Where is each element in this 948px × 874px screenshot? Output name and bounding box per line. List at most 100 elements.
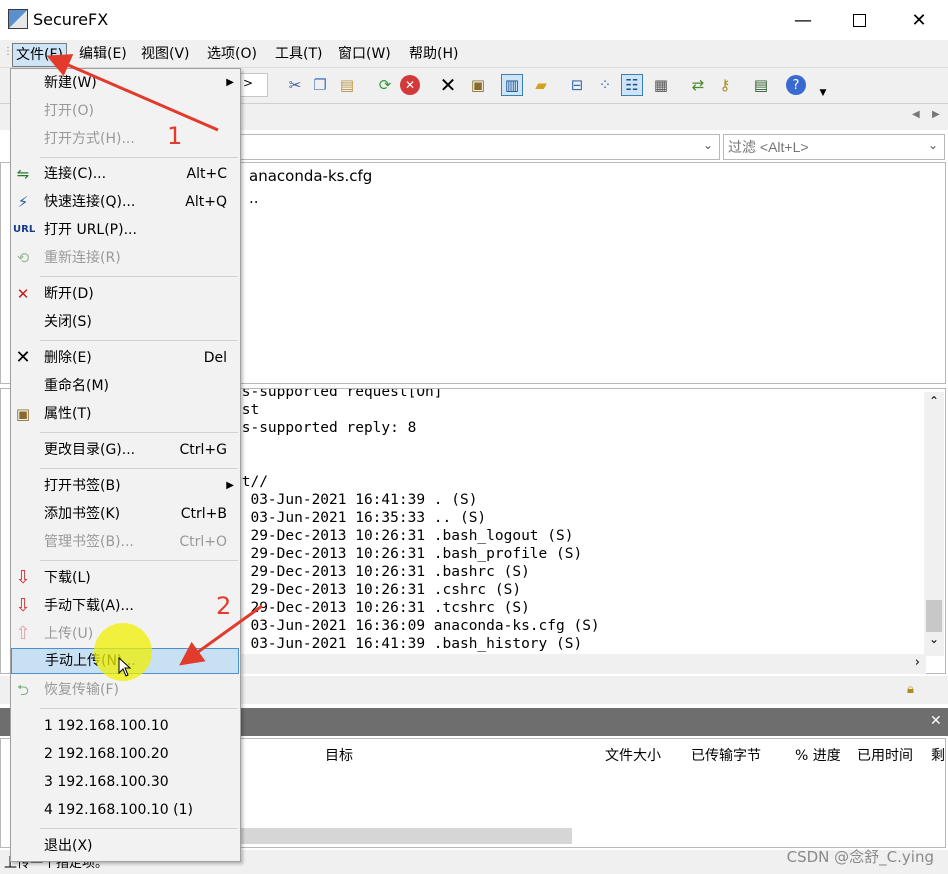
- file-item[interactable]: ..: [249, 189, 259, 207]
- file-item[interactable]: anaconda-ks.cfg: [249, 167, 372, 185]
- menu-item-rename[interactable]: 重命名(M): [11, 372, 240, 400]
- stop-icon[interactable]: ✕: [400, 75, 420, 95]
- menu-item-label: 添加书签(K): [44, 506, 121, 522]
- key-icon[interactable]: ⚷: [714, 74, 736, 96]
- scroll-right-icon[interactable]: ›: [915, 655, 920, 670]
- menu-options[interactable]: 选项(O): [203, 44, 261, 64]
- close-window-button[interactable]: ✕: [896, 0, 942, 40]
- scroll-up-icon[interactable]: ⌃: [929, 394, 939, 408]
- details-view-icon[interactable]: ▦: [650, 74, 672, 96]
- tab-scroll-left-icon[interactable]: ◀: [912, 109, 920, 120]
- menu-item-open-bookmark[interactable]: 打开书签(B) ▶: [11, 472, 240, 500]
- column-header-target[interactable]: 目标: [325, 745, 353, 765]
- download-arrow-icon: ⇩: [15, 567, 31, 588]
- menu-item-label: 打开(O): [44, 103, 94, 119]
- menu-shortcut: Ctrl+O: [179, 534, 227, 550]
- menu-separator: [40, 340, 238, 341]
- list-view-icon[interactable]: ☷: [621, 74, 643, 96]
- menu-item-reconnect[interactable]: ⟲ 重新连接(R): [11, 244, 240, 272]
- menu-item-add-bookmark[interactable]: 添加书签(K) Ctrl+B: [11, 500, 240, 528]
- menu-item-change-directory[interactable]: 更改目录(G)... Ctrl+G: [11, 436, 240, 464]
- close-icon[interactable]: ✕: [930, 713, 942, 729]
- menu-item-open[interactable]: 打开(O): [11, 97, 240, 125]
- disconnect-icon: ✕: [16, 285, 30, 303]
- column-header-remaining[interactable]: 剩: [931, 745, 945, 765]
- options-icon[interactable]: ▤: [750, 74, 772, 96]
- sync-icon[interactable]: ⇄: [687, 74, 709, 96]
- filter-input[interactable]: [723, 134, 945, 160]
- delete-icon[interactable]: ✕: [437, 73, 459, 97]
- menu-item-open-url[interactable]: URL 打开 URL(P)...: [11, 216, 240, 244]
- maximize-button[interactable]: [836, 0, 882, 40]
- menu-item-recent-4[interactable]: 4 192.168.100.10 (1): [11, 796, 240, 824]
- log-scroll-thumb[interactable]: [926, 600, 942, 632]
- menu-item-recent-1[interactable]: 1 192.168.100.10: [11, 712, 240, 740]
- watermark: CSDN @念舒_C.ying: [786, 848, 934, 866]
- menu-shortcut: Ctrl+B: [180, 506, 227, 522]
- menu-edit[interactable]: 编辑(E): [75, 44, 131, 64]
- menu-item-open-with[interactable]: 打开方式(H)...: [11, 125, 240, 153]
- menu-item-manual-download[interactable]: ⇩ 手动下载(A)...: [11, 592, 240, 620]
- annotation-step-1: 1: [167, 122, 183, 150]
- menu-help[interactable]: 帮助(H): [405, 44, 462, 64]
- column-header-progress[interactable]: % 进度: [795, 745, 841, 765]
- cut-icon[interactable]: ✂: [284, 74, 306, 96]
- paste-icon[interactable]: ▤: [336, 74, 358, 96]
- menu-item-recent-3[interactable]: 3 192.168.100.30: [11, 768, 240, 796]
- log-line: u 03-Jun-2021 16:41:39 .bash_history (S): [233, 636, 583, 652]
- menu-shortcut: Alt+C: [186, 166, 227, 182]
- menu-item-delete[interactable]: ✕ 删除(E) Del: [11, 344, 240, 372]
- address-box[interactable]: >: [240, 73, 268, 97]
- log-line: ts-supported request[On]: [233, 388, 443, 400]
- properties-icon[interactable]: ▣: [467, 74, 489, 96]
- large-icons-view-icon[interactable]: ⊟: [566, 74, 588, 96]
- column-header-elapsed[interactable]: 已用时间: [857, 745, 913, 765]
- menu-window[interactable]: 窗口(W): [334, 44, 395, 64]
- menu-item-label: 连接(C)...: [44, 166, 107, 182]
- refresh-icon[interactable]: ⟳: [374, 74, 396, 96]
- scroll-down-icon[interactable]: ⌄: [929, 632, 939, 646]
- menu-item-label: 管理书签(B)...: [44, 534, 134, 550]
- properties-icon: ▣: [15, 405, 31, 423]
- menu-item-label: 退出(X): [44, 838, 93, 854]
- minimize-icon: —: [794, 9, 812, 31]
- column-header-size[interactable]: 文件大小: [605, 745, 661, 765]
- small-icons-view-icon[interactable]: ⁘: [594, 74, 616, 96]
- menu-item-label: 打开书签(B): [44, 478, 121, 494]
- menu-item-label: 重新连接(R): [44, 250, 121, 266]
- menu-separator: [40, 828, 238, 829]
- menu-item-new[interactable]: 新建(W) ▶: [11, 69, 240, 97]
- menu-view[interactable]: 视图(V): [137, 44, 194, 64]
- menu-item-manage-bookmarks[interactable]: 管理书签(B)... Ctrl+O: [11, 528, 240, 556]
- help-icon[interactable]: ?: [786, 75, 806, 95]
- tab-scroll-right-icon[interactable]: ▶: [932, 109, 940, 120]
- log-line: n 29-Dec-2013 10:26:31 .bashrc (S): [233, 564, 530, 580]
- copy-icon[interactable]: ❐: [309, 74, 331, 96]
- menu-item-quick-connect[interactable]: ⚡︎ 快速连接(Q)... Alt+Q: [11, 188, 240, 216]
- menu-file[interactable]: 文件(F): [12, 43, 67, 67]
- menu-item-recent-2[interactable]: 2 192.168.100.20: [11, 740, 240, 768]
- menu-item-label: 断开(D): [44, 286, 94, 302]
- toolbar-overflow-icon[interactable]: ▼: [812, 82, 834, 104]
- delete-icon: ✕: [15, 347, 31, 368]
- menu-item-properties[interactable]: ▣ 属性(T): [11, 400, 240, 428]
- column-header-transferred[interactable]: 已传输字节: [691, 745, 761, 765]
- menu-item-close[interactable]: 关闭(S): [11, 308, 240, 336]
- menu-item-download[interactable]: ⇩ 下载(L): [11, 564, 240, 592]
- log-horizontal-scrollbar[interactable]: ›: [240, 654, 926, 674]
- menu-item-label: 3 192.168.100.30: [44, 774, 169, 790]
- url-icon: URL: [13, 224, 36, 235]
- minimize-button[interactable]: —: [780, 0, 826, 40]
- title-bar: SecureFX — ✕: [0, 0, 948, 40]
- menu-item-connect[interactable]: ⇋ 连接(C)... Alt+C: [11, 160, 240, 188]
- parent-folder-icon[interactable]: ▰: [530, 74, 552, 96]
- menu-tools[interactable]: 工具(T): [271, 44, 326, 64]
- menu-item-exit[interactable]: 退出(X): [11, 832, 240, 860]
- filter-chevron-down-icon[interactable]: ⌄: [928, 138, 938, 152]
- path-combo[interactable]: ⌄: [240, 134, 720, 160]
- tree-view-icon[interactable]: ▥: [501, 74, 523, 96]
- window-title: SecureFX: [33, 10, 109, 29]
- menu-item-label: 关闭(S): [44, 314, 92, 330]
- menu-item-disconnect[interactable]: ✕ 断开(D): [11, 280, 240, 308]
- transfer-horizontal-scrollbar[interactable]: [240, 828, 572, 844]
